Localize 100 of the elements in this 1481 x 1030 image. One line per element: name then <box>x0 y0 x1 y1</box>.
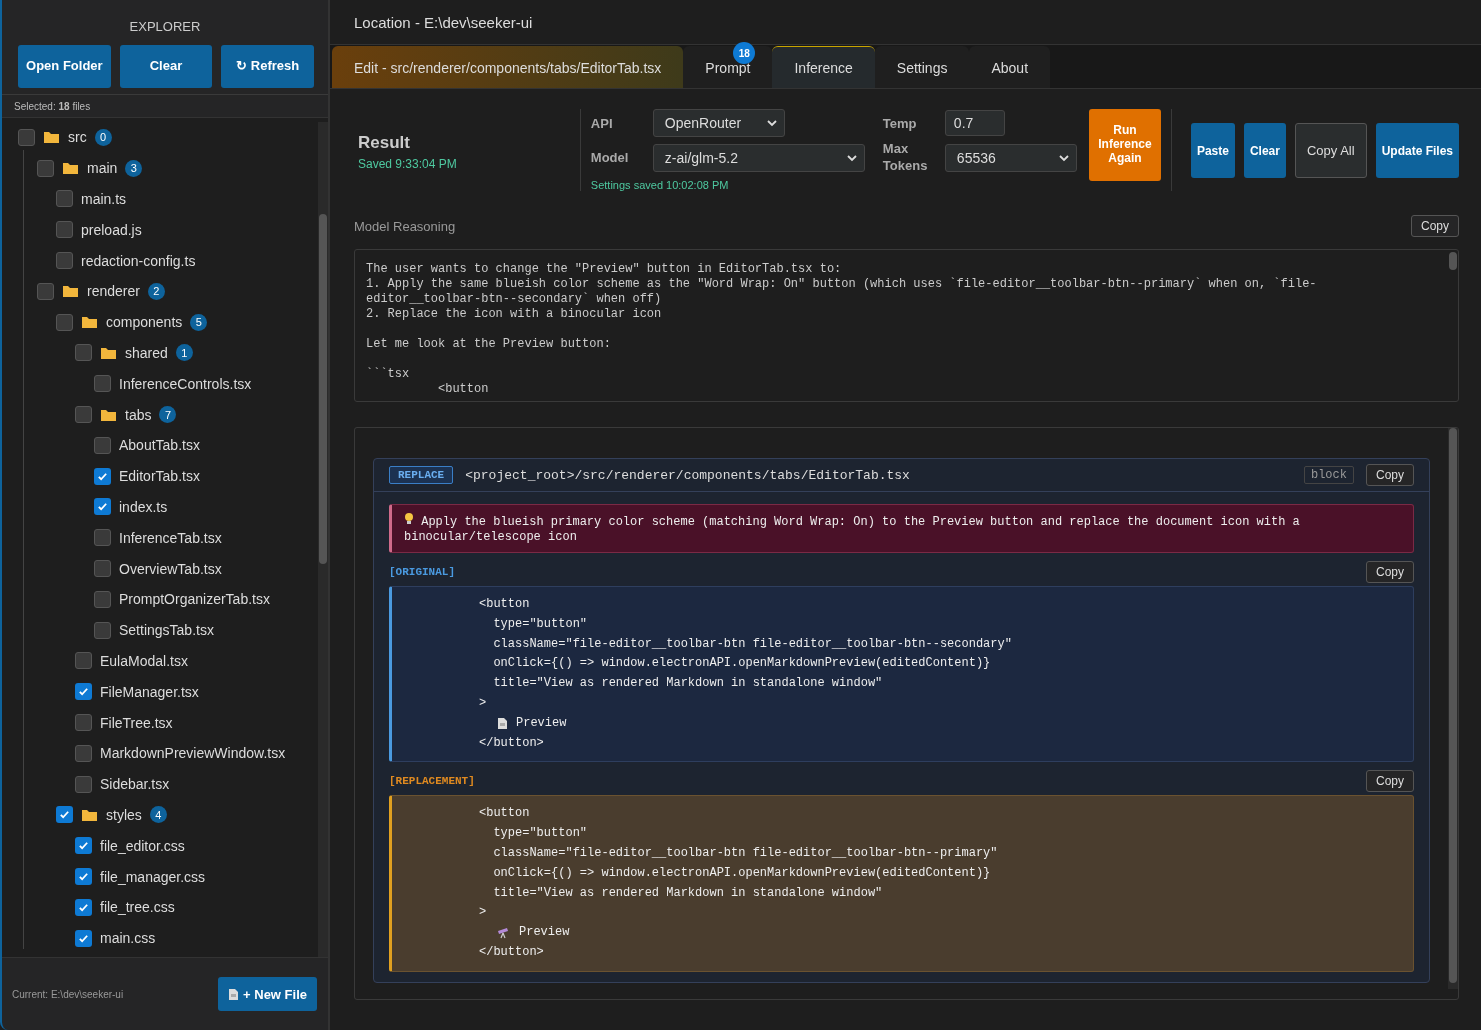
checkbox[interactable] <box>56 313 73 331</box>
saved-status: Saved 9:33:04 PM <box>358 157 458 171</box>
file-name[interactable]: AboutTab.tsx <box>119 437 200 454</box>
folder-name[interactable]: renderer <box>87 283 140 300</box>
file-name[interactable]: file_tree.css <box>100 899 175 916</box>
checkbox[interactable] <box>18 128 35 146</box>
check-icon <box>78 871 89 882</box>
code-line: onClick={() => window.electronAPI.openMarkdownPreview(editedContent)} <box>492 655 992 673</box>
checkbox[interactable] <box>94 375 111 393</box>
file-name[interactable]: MarkdownPreviewWindow.tsx <box>100 745 286 762</box>
checkbox[interactable] <box>37 282 54 300</box>
checkbox[interactable] <box>56 190 73 208</box>
action-button[interactable]: Paste <box>1190 123 1235 178</box>
file-name[interactable]: FileManager.tsx <box>100 683 199 700</box>
code-line: > <box>478 695 488 712</box>
file-name[interactable]: PromptOrganizerTab.tsx <box>119 591 270 608</box>
checkbox[interactable] <box>94 436 111 454</box>
replace-tag: REPLACE <box>389 466 454 484</box>
checkbox[interactable] <box>75 714 92 732</box>
scrollbar[interactable] <box>318 122 328 957</box>
checkbox[interactable] <box>94 621 111 639</box>
checkbox[interactable] <box>94 590 111 608</box>
mode-tag: block <box>1303 466 1354 484</box>
file-name[interactable]: redaction-config.ts <box>81 252 196 269</box>
file-name[interactable]: InferenceTab.tsx <box>119 529 222 546</box>
folder-icon <box>100 345 117 360</box>
copy-button[interactable]: Copy <box>1366 464 1414 486</box>
temp-input[interactable]: 0.7 <box>944 110 1005 136</box>
tab[interactable]: Edit - src/renderer/components/tabs/EditorTab.tsx <box>332 46 684 88</box>
lightbulb-icon <box>404 512 414 525</box>
checkbox[interactable] <box>94 560 111 578</box>
folder-icon <box>62 161 79 176</box>
checkbox[interactable] <box>37 159 54 177</box>
action-button[interactable]: Clear <box>1243 123 1286 178</box>
checkbox[interactable] <box>56 221 73 239</box>
checkbox[interactable] <box>75 898 92 916</box>
checkbox[interactable] <box>56 806 73 824</box>
folder-name[interactable]: main <box>87 160 118 177</box>
file-name[interactable]: SettingsTab.tsx <box>119 622 214 639</box>
checkbox[interactable] <box>94 498 111 516</box>
copy-button[interactable]: Copy <box>1411 215 1459 237</box>
file-name[interactable]: preload.js <box>81 221 142 238</box>
chevron-down-icon <box>845 153 858 162</box>
checkbox[interactable] <box>75 868 92 885</box>
file-name[interactable]: main.css <box>100 930 156 947</box>
tab[interactable]: Settings <box>874 46 970 88</box>
folder-name[interactable]: src <box>68 129 87 146</box>
folder-name[interactable]: styles <box>106 806 142 823</box>
folder-name[interactable]: components <box>106 314 183 331</box>
api-select[interactable]: OpenRouter <box>652 109 785 137</box>
sidebar-button[interactable]: Clear <box>119 45 213 88</box>
sidebar-button[interactable]: Open Folder <box>18 45 111 88</box>
check-icon <box>97 470 108 482</box>
code-line: Preview <box>516 714 567 732</box>
copy-button[interactable]: Copy <box>1366 561 1414 583</box>
new-file-button[interactable]: + New File <box>218 977 317 1011</box>
folder-name[interactable]: shared <box>125 344 168 361</box>
file-name[interactable]: Sidebar.tsx <box>100 776 170 793</box>
checkbox[interactable] <box>94 529 111 547</box>
chevron-down-icon <box>1057 153 1070 162</box>
checkbox[interactable] <box>94 467 111 485</box>
result-title: Result <box>358 133 411 153</box>
folder-icon <box>62 284 79 299</box>
chevron-down-icon <box>765 119 778 127</box>
count-badge: 18 <box>733 42 756 64</box>
file-name[interactable]: EditorTab.tsx <box>119 468 200 485</box>
checkbox[interactable] <box>75 744 92 762</box>
checkbox[interactable] <box>56 252 73 270</box>
file-name[interactable]: index.ts <box>119 498 168 515</box>
file-name[interactable]: EulaModal.tsx <box>100 652 188 669</box>
file-name[interactable]: file_editor.css <box>100 837 185 854</box>
file-name[interactable]: OverviewTab.tsx <box>119 560 222 577</box>
action-button[interactable]: Copy All <box>1294 123 1367 178</box>
checkbox[interactable] <box>75 929 92 947</box>
file-name[interactable]: FileTree.tsx <box>100 714 173 731</box>
model-select[interactable]: z-ai/glm-5.2 <box>652 143 865 172</box>
code-line: className="file-editor__toolbar-btn file-editor__toolbar-btn--primary" <box>492 844 999 862</box>
checkbox[interactable] <box>75 652 92 670</box>
checkbox[interactable] <box>75 683 92 701</box>
document-icon <box>497 717 508 731</box>
file-name[interactable]: main.ts <box>81 191 127 207</box>
sidebar-button[interactable]: ↻ Refresh <box>221 45 314 88</box>
max-tokens-select[interactable]: 65536 <box>944 143 1077 172</box>
checkbox[interactable] <box>75 406 92 424</box>
checkbox[interactable] <box>75 775 92 793</box>
count-badge: 5 <box>190 313 208 331</box>
copy-button[interactable]: Copy <box>1366 770 1414 793</box>
checkbox[interactable] <box>75 837 92 855</box>
file-name[interactable]: InferenceControls.tsx <box>119 375 252 392</box>
file-name[interactable]: file_manager.css <box>100 868 206 885</box>
count-badge: 0 <box>94 128 112 146</box>
scrollbar[interactable] <box>1448 428 1458 989</box>
explorer-title: EXPLORER <box>128 18 202 36</box>
action-button[interactable]: Update Files <box>1375 123 1459 178</box>
reasoning-label: Model Reasoning <box>354 218 456 234</box>
tab[interactable]: About <box>969 46 1051 88</box>
folder-name[interactable]: tabs <box>125 406 152 423</box>
checkbox[interactable] <box>75 344 92 362</box>
tab[interactable]: Inference <box>772 46 875 88</box>
code-line: onClick={() => window.electronAPI.openMarkdownPreview(editedContent)} <box>492 864 992 882</box>
